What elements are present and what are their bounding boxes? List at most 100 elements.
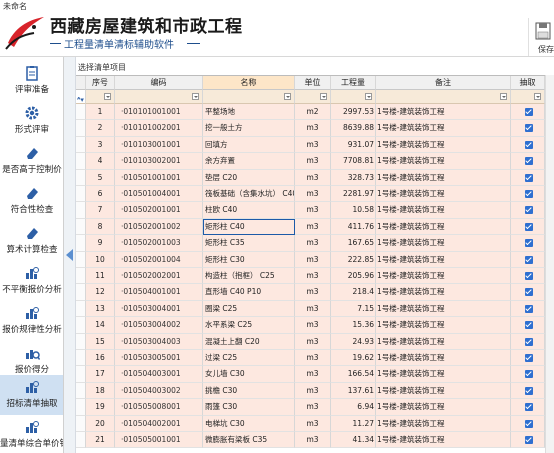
cell-name[interactable]: 垫层 C20: [203, 169, 295, 186]
header-unit[interactable]: 单位: [295, 76, 331, 90]
cell-code[interactable]: ·010504003002: [115, 382, 203, 400]
table-row[interactable]: 21·010505001001 微膨胀有梁板 C35 m3 41.34 1号楼-建筑装饰…: [76, 432, 554, 449]
row-indicator[interactable]: [76, 382, 86, 400]
cell-note[interactable]: 1号楼-建筑装饰工程: [376, 186, 511, 203]
pick-checkbox[interactable]: [525, 304, 533, 313]
cell-code[interactable]: ·010503004003: [115, 333, 203, 350]
cell-seq[interactable]: 4: [86, 153, 115, 170]
sidebar-item-bid-list-extract[interactable]: 招标清单抽取: [0, 375, 63, 415]
table-row[interactable]: 2·010101002001 挖一般土方 m3 8639.88 1号楼-建筑装饰工程: [76, 120, 554, 137]
cell-code[interactable]: ·010503005001: [115, 350, 203, 367]
row-indicator[interactable]: [76, 350, 86, 367]
pick-checkbox[interactable]: [525, 403, 533, 412]
cell-qty[interactable]: 11.27: [331, 415, 376, 432]
pick-checkbox[interactable]: [525, 354, 533, 362]
cell-unit[interactable]: m3: [295, 415, 331, 432]
cell-code[interactable]: ·010502002001: [115, 268, 203, 285]
sidebar-item-format-review[interactable]: 形式评审: [0, 101, 63, 141]
cell-note[interactable]: 1号楼-建筑装饰工程: [376, 235, 511, 252]
cell-seq[interactable]: 20: [86, 415, 115, 432]
sidebar-item-arithmetic-check[interactable]: 算术计算检查: [0, 221, 63, 261]
cell-note[interactable]: 1号楼-建筑装饰工程: [376, 136, 511, 154]
pick-checkbox[interactable]: [525, 157, 533, 166]
cell-note[interactable]: 1号楼-建筑装饰工程: [376, 251, 511, 268]
filter-note[interactable]: [376, 90, 511, 104]
cell-unit[interactable]: m3: [295, 382, 331, 400]
cell-name[interactable]: 构造柱（抱框） C25: [203, 268, 295, 285]
cell-seq[interactable]: 10: [86, 251, 115, 268]
cell-unit[interactable]: m3: [295, 333, 331, 350]
header-note[interactable]: 备注: [376, 76, 511, 90]
cell-note[interactable]: 1号楼-建筑装饰工程: [376, 399, 511, 416]
cell-code[interactable]: ·010103002001: [115, 153, 203, 170]
cell-code[interactable]: ·010502001004: [115, 251, 203, 268]
cell-code[interactable]: ·010503004002: [115, 317, 203, 334]
cell-qty[interactable]: 7708.81: [331, 153, 376, 170]
cell-name[interactable]: 圈梁 C25: [203, 300, 295, 318]
table-row[interactable]: 6·010501004001 筏板基础（含集水坑） C40 Pm3 2281.97 1…: [76, 186, 554, 203]
cell-code[interactable]: ·010103001001: [115, 136, 203, 154]
cell-seq[interactable]: 11: [86, 268, 115, 285]
row-indicator[interactable]: [76, 218, 86, 236]
filter-code[interactable]: [115, 90, 203, 104]
cell-seq[interactable]: 14: [86, 317, 115, 334]
row-indicator[interactable]: [76, 366, 86, 383]
cell-unit[interactable]: m3: [295, 432, 331, 449]
cell-seq[interactable]: 21: [86, 432, 115, 449]
row-indicator[interactable]: [76, 251, 86, 268]
cell-seq[interactable]: 9: [86, 235, 115, 252]
row-indicator[interactable]: [76, 284, 86, 301]
table-row[interactable]: 3·010103001001 回填方 m3 931.07 1号楼-建筑装饰工程: [76, 136, 554, 154]
cell-seq[interactable]: 19: [86, 399, 115, 416]
cell-note[interactable]: 1号楼-建筑装饰工程: [376, 268, 511, 285]
cell-code[interactable]: ·010101001001: [115, 104, 203, 121]
pick-checkbox[interactable]: [525, 173, 533, 182]
cell-unit[interactable]: m3: [295, 186, 331, 203]
cell-name[interactable]: 过梁 C25: [203, 350, 295, 367]
cell-note[interactable]: 1号楼-建筑装饰工程: [376, 366, 511, 383]
cell-name[interactable]: 电梯坑 C30: [203, 415, 295, 432]
pick-checkbox[interactable]: [525, 124, 533, 133]
cell-qty[interactable]: 222.85: [331, 251, 376, 268]
table-row[interactable]: 5·010501001001 垫层 C20 m3 328.73 1号楼-建筑装饰工程: [76, 169, 554, 186]
header-seq[interactable]: 序号: [86, 76, 115, 90]
cell-seq[interactable]: 13: [86, 300, 115, 318]
cell-qty[interactable]: 10.58: [331, 202, 376, 219]
cell-seq[interactable]: 5: [86, 169, 115, 186]
cell-unit[interactable]: m3: [295, 300, 331, 318]
pick-checkbox[interactable]: [525, 108, 533, 116]
row-indicator[interactable]: [76, 186, 86, 203]
pick-checkbox[interactable]: [525, 436, 533, 444]
cell-seq[interactable]: 8: [86, 218, 115, 236]
cell-note[interactable]: 1号楼-建筑装饰工程: [376, 317, 511, 334]
cell-qty[interactable]: 137.61: [331, 382, 376, 400]
filter-pick[interactable]: [511, 90, 545, 104]
filter-unit[interactable]: [295, 90, 331, 104]
cell-qty[interactable]: 7.15: [331, 300, 376, 318]
cell-unit[interactable]: m3: [295, 284, 331, 301]
pick-checkbox[interactable]: [525, 321, 533, 330]
cell-name[interactable]: 雨篷 C30: [203, 399, 295, 416]
row-indicator[interactable]: [76, 104, 86, 121]
cell-seq[interactable]: 6: [86, 186, 115, 203]
header-qty[interactable]: 工程量: [331, 76, 376, 90]
pick-checkbox[interactable]: [525, 255, 533, 264]
cell-qty[interactable]: 328.73: [331, 169, 376, 186]
cell-note[interactable]: 1号楼-建筑装饰工程: [376, 300, 511, 318]
pick-checkbox[interactable]: [525, 206, 533, 215]
cell-name[interactable]: 柱欧 C40: [203, 202, 295, 219]
cell-name[interactable]: 矩形柱 C30: [203, 251, 295, 268]
table-row[interactable]: 19·010505008001 雨篷 C30 m3 6.94 1号楼-建筑装饰工程: [76, 399, 554, 416]
cell-qty[interactable]: 2281.97: [331, 186, 376, 203]
cell-name[interactable]: 矩形柱 C40: [203, 218, 295, 236]
cell-code[interactable]: ·010503004001: [115, 300, 203, 318]
cell-unit[interactable]: m3: [295, 169, 331, 186]
cell-unit[interactable]: m3: [295, 120, 331, 137]
row-indicator[interactable]: [76, 333, 86, 350]
pick-checkbox[interactable]: [525, 288, 533, 297]
pick-checkbox[interactable]: [525, 222, 533, 231]
row-indicator[interactable]: [76, 235, 86, 252]
row-indicator[interactable]: [76, 415, 86, 432]
cell-code[interactable]: ·010501004001: [115, 186, 203, 203]
cell-qty[interactable]: 24.93: [331, 333, 376, 350]
